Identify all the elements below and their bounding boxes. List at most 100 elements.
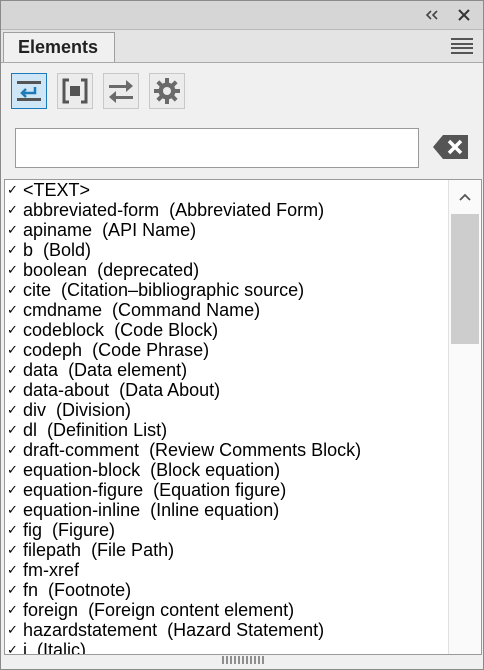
elements-list[interactable]: ✓ <TEXT> ✓ abbreviated-form (Abbreviated Fo… [4,179,482,655]
list-item[interactable]: ✓ div (Division) [5,400,447,420]
list-item[interactable]: ✓ <TEXT> [5,180,447,200]
element-name: fig [23,520,43,540]
element-name: filepath [23,540,82,560]
resize-grip[interactable] [221,656,265,664]
element-description: (Review Comments Block) [149,440,362,460]
checkmark-icon: ✓ [7,482,18,497]
element-name: abbreviated-form [23,200,160,220]
element-description: (Definition List) [47,420,168,440]
element-bracket-button[interactable] [57,73,93,109]
search-input[interactable] [15,128,419,168]
element-name: foreign [23,600,79,620]
element-description: (Division) [56,400,132,420]
checkmark-icon: ✓ [7,222,18,237]
list-item[interactable]: ✓ fig (Figure) [5,520,447,540]
checkmark-icon: ✓ [7,302,18,317]
list-item[interactable]: ✓ equation-inline (Inline equation) [5,500,447,520]
element-description: (Figure) [52,520,116,540]
element-description: (Command Name) [112,300,261,320]
elements-panel: Elements ✓ <TEXT> ✓ abbreviated-form (Ab… [0,0,484,670]
element-name: data-about [23,380,110,400]
element-description: (Footnote) [48,580,132,600]
tab-elements[interactable]: Elements [3,32,115,62]
list-item[interactable]: ✓ cite (Citation–bibliographic source) [5,280,447,300]
element-description: (Data About) [119,380,221,400]
checkmark-icon: ✓ [7,622,18,637]
element-name: <TEXT> [23,180,91,200]
list-item[interactable]: ✓ b (Bold) [5,240,447,260]
scrollbar-thumb[interactable] [451,214,479,344]
elements-list-toggle-button[interactable] [11,73,47,109]
element-description: (Hazard Statement) [167,620,325,640]
checkmark-icon: ✓ [7,602,18,617]
clear-search-button[interactable] [431,130,471,164]
swap-arrows-icon [109,80,133,103]
list-item[interactable]: ✓ hazardstatement (Hazard Statement) [5,620,447,640]
element-name: draft-comment [23,440,140,460]
checkmark-icon: ✓ [7,202,18,217]
checkmark-icon: ✓ [7,462,18,477]
list-item[interactable]: ✓ abbreviated-form (Abbreviated Form) [5,200,447,220]
element-name: codeblock [23,320,105,340]
element-bracket-icon [62,78,88,104]
element-description: (Bold) [43,240,92,260]
checkmark-icon: ✓ [7,262,18,277]
checkmark-icon: ✓ [7,322,18,337]
element-name: equation-block [23,460,141,480]
checkmark-icon: ✓ [7,342,18,357]
list-item[interactable]: ✓ dl (Definition List) [5,420,447,440]
element-name: boolean [23,260,88,280]
list-item[interactable]: ✓ data-about (Data About) [5,380,447,400]
checkmark-icon: ✓ [7,282,18,297]
list-item[interactable]: ✓ i (Italic) [5,640,447,655]
element-name: dl [23,420,38,440]
toolbar [11,73,185,111]
element-description: (API Name) [102,220,197,240]
chevron-up-icon [459,193,471,201]
elements-list-toggle-icon [17,81,41,101]
element-description: (Code Phrase) [92,340,210,360]
list-item[interactable]: ✓ equation-figure (Equation figure) [5,480,447,500]
close-icon[interactable] [451,3,477,27]
hamburger-menu-icon[interactable] [451,36,473,56]
list-item[interactable]: ✓ equation-block (Block equation) [5,460,447,480]
element-name: fm-xref [23,560,79,580]
checkmark-icon: ✓ [7,422,18,437]
list-item[interactable]: ✓ data (Data element) [5,360,447,380]
list-item[interactable]: ✓ draft-comment (Review Comments Block) [5,440,447,460]
swap-arrows-button[interactable] [103,73,139,109]
list-item[interactable]: ✓ apiname (API Name) [5,220,447,240]
element-name: div [23,400,47,420]
checkmark-icon: ✓ [7,402,18,417]
checkmark-icon: ✓ [7,582,18,597]
tab-elements-label: Elements [18,37,99,57]
list-item[interactable]: ✓ codeblock (Code Block) [5,320,447,340]
list-item[interactable]: ✓ cmdname (Command Name) [5,300,447,320]
checkmark-icon: ✓ [7,382,18,397]
list-item[interactable]: ✓ filepath (File Path) [5,540,447,560]
scroll-up-button[interactable] [449,180,481,214]
element-description: (Block equation) [150,460,281,480]
vertical-scrollbar[interactable] [448,180,481,654]
checkmark-icon: ✓ [7,522,18,537]
list-item[interactable]: ✓ fm-xref [5,560,447,580]
list-item[interactable]: ✓ foreign (Foreign content element) [5,600,447,620]
element-name: apiname [23,220,93,240]
list-item[interactable]: ✓ boolean (deprecated) [5,260,447,280]
panel-title-bar [1,1,483,30]
element-name: equation-figure [23,480,144,500]
double-chevron-left-icon[interactable] [419,3,445,27]
element-name: codeph [23,340,83,360]
checkmark-icon: ✓ [7,642,18,655]
list-item[interactable]: ✓ fn (Footnote) [5,580,447,600]
element-description: (Citation–bibliographic source) [61,280,305,300]
element-description: (Equation figure) [153,480,287,500]
element-description: (Foreign content element) [88,600,295,620]
list-item[interactable]: ✓ codeph (Code Phrase) [5,340,447,360]
element-description: (Italic) [37,640,87,655]
element-name: cite [23,280,52,300]
element-description: (Abbreviated Form) [169,200,325,220]
element-description: (File Path) [91,540,175,560]
settings-gear-button[interactable] [149,73,185,109]
element-name: cmdname [23,300,103,320]
